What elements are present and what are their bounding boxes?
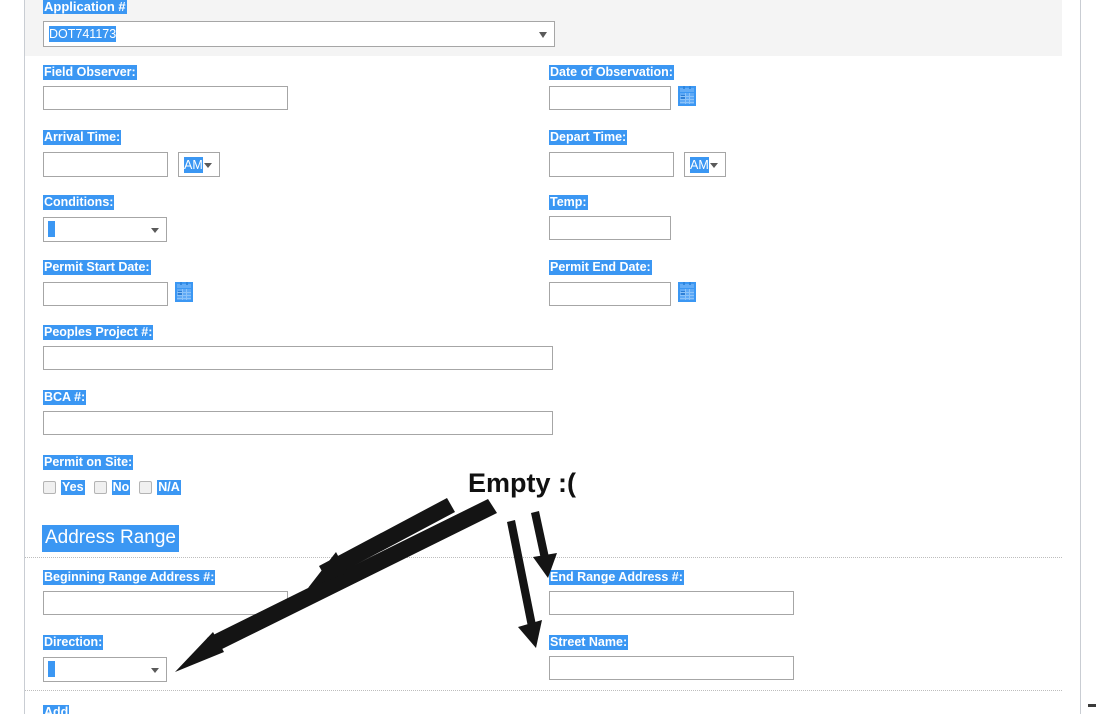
end-range-address-input-wrap xyxy=(549,591,794,615)
permit-on-site-options: Yes No N/A xyxy=(43,480,181,495)
permit-start-date-label: Permit Start Date: xyxy=(43,260,151,275)
divider-address-range-bottom xyxy=(25,690,1062,691)
permit-end-date-group xyxy=(549,282,696,306)
date-of-observation-label: Date of Observation: xyxy=(549,65,674,80)
depart-time-label: Depart Time: xyxy=(549,130,627,145)
field-bca-number: BCA #: xyxy=(43,388,86,406)
permit-on-site-label: Permit on Site: xyxy=(43,455,133,470)
street-name-input[interactable] xyxy=(549,656,794,680)
field-permit-end-date: Permit End Date: xyxy=(549,258,652,276)
chevron-down-icon xyxy=(151,668,159,673)
field-street-name: Street Name: xyxy=(549,633,628,651)
field-end-range-address: End Range Address #: xyxy=(549,568,684,586)
direction-value xyxy=(48,661,55,677)
field-arrival-time: Arrival Time: xyxy=(43,128,121,146)
temp-input[interactable] xyxy=(549,216,671,240)
bca-number-input-wrap xyxy=(43,411,553,435)
arrival-time-group: AM xyxy=(43,152,220,177)
permit-start-date-input[interactable] xyxy=(43,282,168,306)
page-root: Application # DOT741173 Field Observer: … xyxy=(0,0,1096,714)
depart-time-input[interactable] xyxy=(549,152,674,177)
calendar-icon[interactable] xyxy=(175,282,193,302)
permit-end-date-label: Permit End Date: xyxy=(549,260,652,275)
divider-address-range-top xyxy=(25,557,1062,558)
conditions-value xyxy=(48,221,55,237)
beginning-range-address-input-wrap xyxy=(43,591,288,615)
field-observer: Field Observer: xyxy=(43,63,137,81)
date-of-observation-group xyxy=(549,86,696,110)
arrival-time-meridiem-select[interactable]: AM xyxy=(178,152,220,177)
add-link-label[interactable]: Add xyxy=(43,705,69,714)
field-beginning-range-address: Beginning Range Address #: xyxy=(43,568,215,586)
depart-time-meridiem-value: AM xyxy=(690,157,709,173)
field-permit-start-date: Permit Start Date: xyxy=(43,258,151,276)
direction-select[interactable] xyxy=(43,657,167,682)
permit-on-site-checkbox-no[interactable] xyxy=(94,481,107,494)
beginning-range-address-input[interactable] xyxy=(43,591,288,615)
field-observer-input-wrap xyxy=(43,86,288,110)
observation-form: Application # DOT741173 Field Observer: … xyxy=(25,0,1080,714)
field-direction: Direction: xyxy=(43,633,103,651)
calendar-icon[interactable] xyxy=(678,282,696,302)
address-range-heading-label: Address Range xyxy=(42,525,179,552)
permit-on-site-option-label-na[interactable]: N/A xyxy=(157,480,181,495)
field-temp: Temp: xyxy=(549,193,588,211)
field-permit-on-site: Permit on Site: xyxy=(43,453,133,471)
permit-end-date-input[interactable] xyxy=(549,282,671,306)
direction-label: Direction: xyxy=(43,635,103,650)
depart-time-meridiem-select[interactable]: AM xyxy=(684,152,726,177)
field-date-of-observation: Date of Observation: xyxy=(549,63,674,81)
permit-on-site-checkbox-yes[interactable] xyxy=(43,481,56,494)
application-number-select[interactable]: DOT741173 xyxy=(43,21,555,47)
peoples-project-label: Peoples Project #: xyxy=(43,325,153,340)
bca-number-input[interactable] xyxy=(43,411,553,435)
permit-on-site-checkbox-na[interactable] xyxy=(139,481,152,494)
chevron-down-icon xyxy=(204,163,212,168)
street-name-input-wrap xyxy=(549,656,794,680)
add-link[interactable]: Add xyxy=(43,703,69,714)
chevron-down-icon xyxy=(151,228,159,233)
calendar-icon[interactable] xyxy=(678,86,696,106)
scrollbar-thumb[interactable] xyxy=(1088,704,1096,707)
field-peoples-project: Peoples Project #: xyxy=(43,323,153,341)
field-observer-label: Field Observer: xyxy=(43,65,137,80)
application-number-value: DOT741173 xyxy=(49,26,116,42)
right-page-border xyxy=(1080,0,1081,714)
temp-input-wrap xyxy=(549,216,671,240)
peoples-project-input-wrap xyxy=(43,346,553,370)
arrival-time-input[interactable] xyxy=(43,152,168,177)
chevron-down-icon xyxy=(710,163,718,168)
beginning-range-address-label: Beginning Range Address #: xyxy=(43,570,215,585)
bca-number-label: BCA #: xyxy=(43,390,86,405)
date-of-observation-input[interactable] xyxy=(549,86,671,110)
permit-on-site-option-label-no[interactable]: No xyxy=(112,480,131,495)
end-range-address-input[interactable] xyxy=(549,591,794,615)
end-range-address-label: End Range Address #: xyxy=(549,570,684,585)
field-application-number: Application # xyxy=(43,0,127,16)
arrival-time-meridiem-value: AM xyxy=(184,157,203,173)
temp-label: Temp: xyxy=(549,195,588,210)
field-conditions: Conditions: xyxy=(43,193,114,211)
field-observer-input[interactable] xyxy=(43,86,288,110)
arrival-time-label: Arrival Time: xyxy=(43,130,121,145)
application-number-label: Application # xyxy=(43,0,127,14)
chevron-down-icon xyxy=(539,32,547,38)
street-name-label: Street Name: xyxy=(549,635,628,650)
field-depart-time: Depart Time: xyxy=(549,128,627,146)
address-range-heading: Address Range xyxy=(42,525,179,552)
depart-time-group: AM xyxy=(549,152,726,177)
conditions-select[interactable] xyxy=(43,217,167,242)
permit-start-date-group xyxy=(43,282,193,306)
conditions-label: Conditions: xyxy=(43,195,114,210)
peoples-project-input[interactable] xyxy=(43,346,553,370)
permit-on-site-option-label-yes[interactable]: Yes xyxy=(61,480,85,495)
